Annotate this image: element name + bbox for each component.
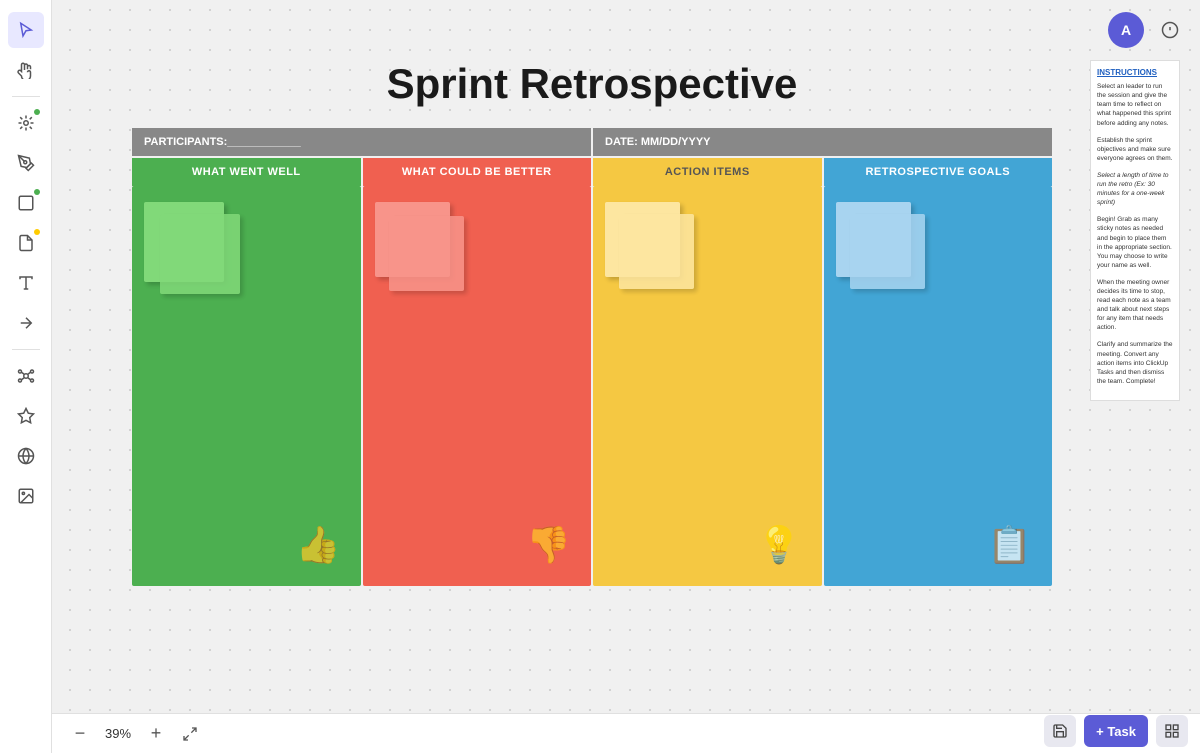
instruction-step-5: When the meeting owner decides its time … xyxy=(1097,278,1173,333)
col-body-action-items[interactable]: 💡 xyxy=(593,186,822,586)
col-body-could-be-better[interactable]: 👎 xyxy=(363,186,592,586)
apps-button[interactable] xyxy=(1156,715,1188,747)
avatar[interactable]: A xyxy=(1108,12,1144,48)
top-right-controls: A xyxy=(1108,12,1188,48)
columns-body: 👍 👎 💡 📋 xyxy=(132,186,1052,586)
col-header-could-be-better: WHAT COULD BE BETTER xyxy=(363,158,592,186)
info-button[interactable] xyxy=(1152,12,1188,48)
hand-tool[interactable] xyxy=(8,52,44,88)
thumbs-up-icon: 👍 xyxy=(296,524,341,566)
sticky-note-blue-2[interactable] xyxy=(850,214,925,289)
instructions-title: INSTRUCTIONS xyxy=(1097,67,1173,78)
image-tool[interactable] xyxy=(8,478,44,514)
sticky-note-red-2[interactable] xyxy=(389,216,464,291)
left-toolbar xyxy=(0,0,52,753)
lightbulb-icon: 💡 xyxy=(757,524,802,566)
canvas: Sprint Retrospective PARTICIPANTS:______… xyxy=(52,0,1200,713)
header-row: PARTICIPANTS:____________ DATE: MM/DD/YY… xyxy=(132,128,1052,156)
thumbs-down-icon: 👎 xyxy=(526,524,571,566)
zoom-in-button[interactable]: + xyxy=(144,722,168,746)
instruction-step-3: Select a length of time to run the retro… xyxy=(1097,171,1173,207)
bottom-toolbar: − 39% + xyxy=(52,713,1200,753)
sticky-note-tool[interactable] xyxy=(8,225,44,261)
ai-tool[interactable] xyxy=(8,398,44,434)
line-tool[interactable] xyxy=(8,305,44,341)
globe-tool[interactable] xyxy=(8,438,44,474)
instructions-panel: INSTRUCTIONS Select an leader to run the… xyxy=(1090,60,1180,401)
cursor-tool[interactable] xyxy=(8,12,44,48)
col-header-went-well: WHAT WENT WELL xyxy=(132,158,361,186)
instruction-step-6: Clarify and summarize the meeting. Conve… xyxy=(1097,340,1173,385)
instruction-step-4: Begin! Grab as many sticky notes as need… xyxy=(1097,215,1173,270)
fit-to-screen-button[interactable] xyxy=(176,722,204,746)
board-title: Sprint Retrospective xyxy=(132,60,1052,108)
instruction-step-2: Establish the sprint objectives and make… xyxy=(1097,136,1173,163)
board: Sprint Retrospective PARTICIPANTS:______… xyxy=(132,60,1052,586)
bottom-right-actions: + Task xyxy=(1044,715,1188,747)
rectangle-tool[interactable] xyxy=(8,185,44,221)
sticky-note-yellow-2[interactable] xyxy=(619,214,694,289)
columns-header: WHAT WENT WELL WHAT COULD BE BETTER ACTI… xyxy=(132,158,1052,186)
zoom-out-button[interactable]: − xyxy=(68,722,92,746)
text-tool[interactable] xyxy=(8,265,44,301)
zoom-level: 39% xyxy=(100,726,136,741)
col-header-action-items: ACTION ITEMS xyxy=(593,158,822,186)
save-button[interactable] xyxy=(1044,715,1076,747)
clipboard-icon: 📋 xyxy=(987,524,1032,566)
date-field[interactable]: DATE: MM/DD/YYYY xyxy=(593,128,1052,156)
add-task-button[interactable]: + Task xyxy=(1084,715,1148,747)
pen-tool[interactable] xyxy=(8,145,44,181)
participants-field[interactable]: PARTICIPANTS:____________ xyxy=(132,128,591,156)
instruction-step-1: Select an leader to run the session and … xyxy=(1097,82,1173,127)
sticky-note-green-2[interactable] xyxy=(160,214,240,294)
col-header-retro-goals: RETROSPECTIVE GOALS xyxy=(824,158,1053,186)
shapes-tool[interactable] xyxy=(8,105,44,141)
divider-1 xyxy=(12,96,40,97)
mind-map-tool[interactable] xyxy=(8,358,44,394)
divider-2 xyxy=(12,349,40,350)
col-body-went-well[interactable]: 👍 xyxy=(132,186,361,586)
col-body-retro-goals[interactable]: 📋 xyxy=(824,186,1053,586)
